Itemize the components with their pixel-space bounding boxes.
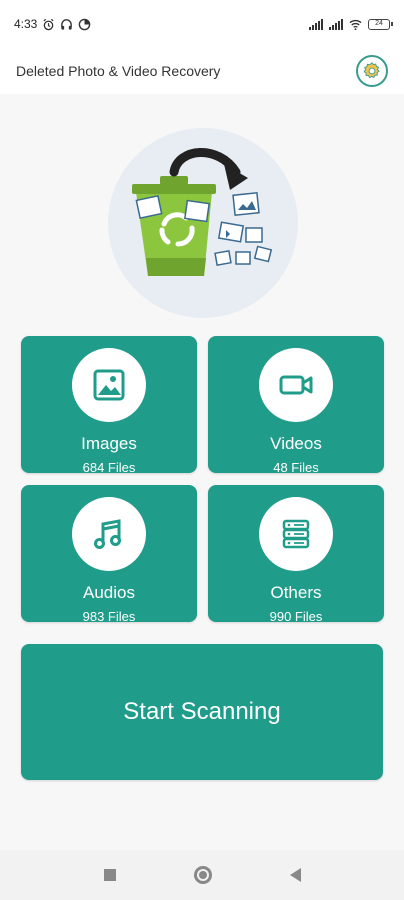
home-icon[interactable] xyxy=(193,866,212,884)
alarm-icon xyxy=(43,18,54,30)
images-count: 684 Files xyxy=(82,460,136,475)
signal-1-icon xyxy=(309,18,323,30)
videos-icon-circle xyxy=(259,348,333,422)
others-card[interactable]: Others 990 Files xyxy=(208,485,384,624)
others-icon-circle xyxy=(259,497,333,571)
audios-label: Audios xyxy=(83,583,135,602)
battery-icon: 24 xyxy=(368,18,393,30)
data-saver-icon xyxy=(79,18,91,30)
image-icon xyxy=(93,369,125,401)
start-scanning-button[interactable]: Start Scanning xyxy=(21,644,383,780)
videos-count: 48 Files xyxy=(273,460,319,475)
images-card[interactable]: Images 684 Files xyxy=(21,336,197,475)
settings-button[interactable] xyxy=(356,55,388,87)
others-count: 990 Files xyxy=(269,609,323,624)
video-camera-icon xyxy=(279,375,313,395)
app-title: Deleted Photo & Video Recovery xyxy=(16,63,221,79)
app-bar: Deleted Photo & Video Recovery xyxy=(0,48,404,94)
videos-label: Videos xyxy=(270,434,322,453)
headphones-icon xyxy=(61,18,73,30)
storage-icon xyxy=(282,519,310,549)
recycle-bin-icon xyxy=(132,148,273,276)
status-time: 4:33 xyxy=(14,17,38,31)
wifi-icon xyxy=(349,19,362,30)
audios-icon-circle xyxy=(72,497,146,571)
audios-count: 983 Files xyxy=(82,609,136,624)
music-note-icon xyxy=(94,519,121,549)
signal-2-icon xyxy=(329,18,343,30)
recent-apps-icon[interactable] xyxy=(103,869,116,881)
recovery-illustration xyxy=(108,128,298,318)
videos-card[interactable]: Videos 48 Files xyxy=(208,336,384,475)
images-label: Images xyxy=(81,434,137,453)
status-bar: 4:33 24 xyxy=(0,0,404,48)
images-icon-circle xyxy=(72,348,146,422)
gear-icon xyxy=(363,62,380,79)
audios-card[interactable]: Audios 983 Files xyxy=(21,485,197,624)
others-label: Others xyxy=(270,583,322,602)
back-icon[interactable] xyxy=(289,868,301,882)
main-content: Images 684 Files Videos 48 Files Audios … xyxy=(0,94,404,850)
system-navigation-bar xyxy=(0,850,404,900)
